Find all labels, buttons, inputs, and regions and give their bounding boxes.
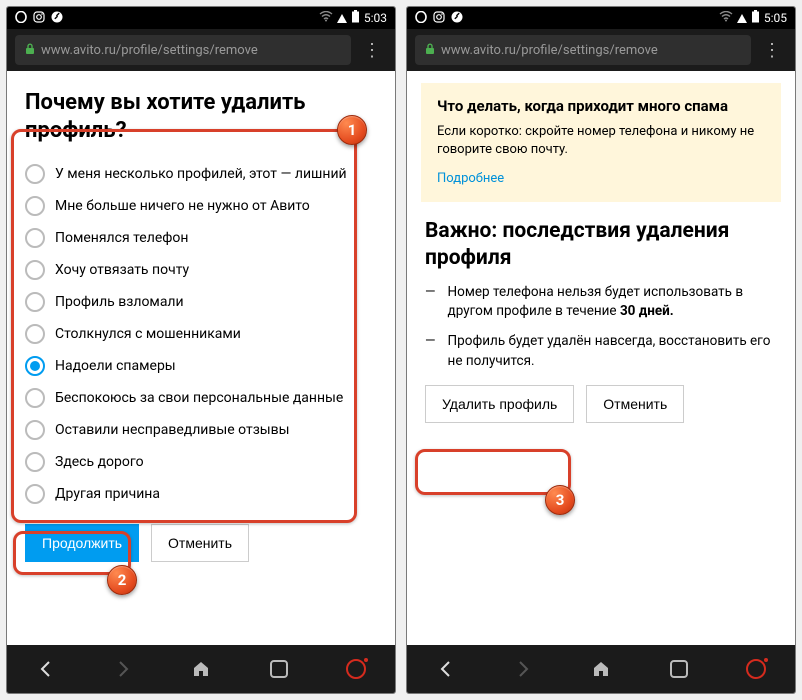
- radio-icon: [25, 292, 45, 312]
- page-content-right: Что делать, когда приходит много спама Е…: [407, 71, 795, 645]
- nav-back-icon[interactable]: [35, 658, 57, 680]
- url-field[interactable]: www.avito.ru/profile/settings/remove: [415, 35, 751, 65]
- info-title: Что делать, когда приходит много спама: [437, 97, 765, 115]
- continue-button[interactable]: Продолжить: [25, 524, 139, 562]
- nav-home-icon[interactable]: [190, 658, 212, 680]
- nav-tabs-icon[interactable]: [268, 658, 290, 680]
- page-heading: Почему вы хотите удалить профиль?: [25, 89, 377, 144]
- cancel-button[interactable]: Отменить: [151, 524, 249, 562]
- reason-option[interactable]: Профиль взломали: [25, 286, 377, 318]
- reason-label: Мне больше ничего не нужно от Авито: [55, 198, 310, 214]
- status-bar: 5:03: [7, 7, 395, 29]
- lock-icon: [25, 43, 35, 58]
- bottom-nav: [407, 645, 795, 693]
- radio-icon: [25, 420, 45, 440]
- cancel-button[interactable]: Отменить: [586, 385, 684, 423]
- annotation-number-3: 3: [545, 485, 575, 515]
- consequence-item: — Профиль будет удалён навсегда, восстан…: [425, 332, 777, 371]
- clock: 5:05: [764, 11, 787, 25]
- url-text: www.avito.ru/profile/settings/remove: [41, 43, 258, 58]
- signal-icon: [337, 14, 347, 23]
- reason-option[interactable]: Беспокоюсь за свои персональные данные: [25, 382, 377, 414]
- reason-option[interactable]: Столкнулся с мошенниками: [25, 318, 377, 350]
- reason-label: У меня несколько профилей, этот — лишний: [55, 166, 347, 182]
- radio-icon: [25, 356, 45, 376]
- reason-option[interactable]: Здесь дорого: [25, 446, 377, 478]
- reason-label: Столкнулся с мошенниками: [55, 326, 241, 342]
- info-box: Что делать, когда приходит много спама Е…: [421, 83, 781, 202]
- reason-label: Хочу отвязать почту: [55, 262, 189, 278]
- consequence-text: Номер телефона нельзя будет использовать…: [448, 284, 744, 320]
- consequences-list: — Номер телефона нельзя будет использова…: [425, 283, 777, 371]
- reason-label: Беспокоюсь за свои персональные данные: [55, 390, 343, 406]
- url-bar: www.avito.ru/profile/settings/remove ⋮: [7, 29, 395, 71]
- reason-label: Оставили несправедливые отзывы: [55, 422, 290, 438]
- radio-icon: [25, 324, 45, 344]
- info-link[interactable]: Подробнее: [437, 171, 504, 186]
- bottom-nav: [7, 645, 395, 693]
- reason-label: Другая причина: [55, 486, 160, 502]
- reason-label: Здесь дорого: [55, 454, 144, 470]
- reason-option[interactable]: Мне больше ничего не нужно от Авито: [25, 190, 377, 222]
- reason-option[interactable]: Другая причина: [25, 478, 377, 510]
- instagram-status-icon: [433, 11, 445, 26]
- reason-option[interactable]: Поменялся телефон: [25, 222, 377, 254]
- dash-icon: —: [425, 332, 436, 371]
- radio-icon: [25, 196, 45, 216]
- radio-icon: [25, 164, 45, 184]
- radio-icon: [25, 484, 45, 504]
- battery-icon: [351, 10, 360, 26]
- signal-icon: [737, 14, 747, 23]
- nav-back-icon[interactable]: [435, 658, 457, 680]
- phone-right: 5:05 www.avito.ru/profile/settings/remov…: [406, 6, 796, 694]
- lock-icon: [425, 43, 435, 58]
- reason-label: Поменялся телефон: [55, 230, 188, 246]
- opera-status-icon: [415, 11, 427, 26]
- reason-label: Профиль взломали: [55, 294, 184, 310]
- nav-forward-icon[interactable]: [512, 658, 534, 680]
- consequence-item: — Номер телефона нельзя будет использова…: [425, 283, 777, 322]
- phone-left: 5:03 www.avito.ru/profile/settings/remov…: [6, 6, 396, 694]
- opera-status-icon: [15, 11, 27, 26]
- url-field[interactable]: www.avito.ru/profile/settings/remove: [15, 35, 351, 65]
- radio-icon: [25, 228, 45, 248]
- shazam-status-icon: [51, 11, 63, 26]
- consequences-heading: Важно: последствия удаления профиля: [425, 218, 777, 271]
- more-menu-icon[interactable]: ⋮: [351, 40, 387, 61]
- nav-opera-icon[interactable]: [745, 658, 767, 680]
- reason-option[interactable]: Оставили несправедливые отзывы: [25, 414, 377, 446]
- status-bar: 5:05: [407, 7, 795, 29]
- reason-option[interactable]: У меня несколько профилей, этот — лишний: [25, 158, 377, 190]
- consequence-bold: 30 дней.: [620, 303, 674, 319]
- wifi-icon: [319, 11, 333, 25]
- reason-label: Надоели спамеры: [55, 358, 176, 374]
- url-bar: www.avito.ru/profile/settings/remove ⋮: [407, 29, 795, 71]
- nav-forward-icon[interactable]: [112, 658, 134, 680]
- clock: 5:03: [364, 11, 387, 25]
- page-content-left: Почему вы хотите удалить профиль? У меня…: [7, 71, 395, 645]
- consequence-text: Профиль будет удалён навсегда, восстанов…: [448, 332, 777, 371]
- nav-home-icon[interactable]: [590, 658, 612, 680]
- radio-icon: [25, 388, 45, 408]
- battery-icon: [751, 10, 760, 26]
- annotation-number-2: 2: [107, 565, 137, 595]
- radio-icon: [25, 260, 45, 280]
- radio-icon: [25, 452, 45, 472]
- reason-option[interactable]: Надоели спамеры: [25, 350, 377, 382]
- instagram-status-icon: [33, 11, 45, 26]
- url-text: www.avito.ru/profile/settings/remove: [441, 43, 658, 58]
- delete-profile-button[interactable]: Удалить профиль: [425, 385, 574, 423]
- nav-tabs-icon[interactable]: [668, 658, 690, 680]
- wifi-icon: [719, 11, 733, 25]
- reason-radio-group: У меня несколько профилей, этот — лишний…: [25, 158, 377, 510]
- dash-icon: —: [425, 283, 436, 322]
- info-text: Если коротко: скройте номер телефона и н…: [437, 123, 765, 159]
- annotation-box-3: [415, 449, 571, 495]
- more-menu-icon[interactable]: ⋮: [751, 40, 787, 61]
- reason-option[interactable]: Хочу отвязать почту: [25, 254, 377, 286]
- shazam-status-icon: [451, 11, 463, 26]
- nav-opera-icon[interactable]: [345, 658, 367, 680]
